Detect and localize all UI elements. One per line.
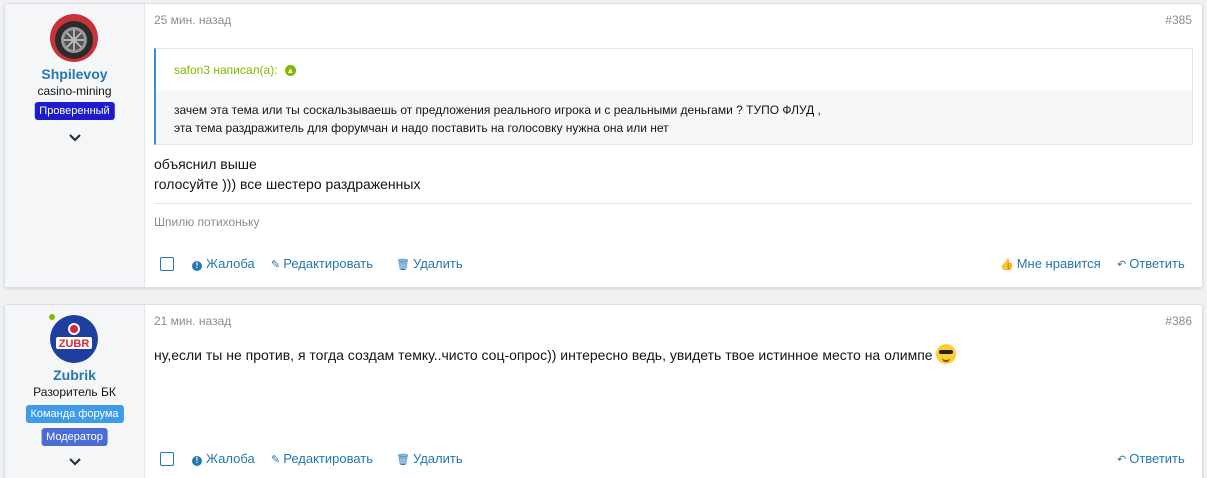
reply-button[interactable]: ↶ Ответить xyxy=(1117,451,1185,466)
post-content: ну,если ты не против, я тогда создам тем… xyxy=(154,344,956,365)
delete-button[interactable]: 🗑 Удалить xyxy=(396,256,463,271)
post-main: 21 мин. назад #386 ну,если ты не против,… xyxy=(145,305,1202,478)
sunglasses-emoji-icon xyxy=(935,344,956,364)
svg-text:ZUBR: ZUBR xyxy=(59,338,90,350)
edit-button[interactable]: ✎ Редактировать xyxy=(271,451,373,466)
username[interactable]: Zubrik xyxy=(5,367,144,383)
post-text-line: объяснил выше xyxy=(154,156,257,172)
post-date[interactable]: 21 мин. назад xyxy=(154,314,231,328)
post-main: 25 мин. назад #385 safon3 написал(а): ▲ … xyxy=(145,4,1202,287)
report-button[interactable]: ! Жалоба xyxy=(192,451,255,466)
pencil-icon: ✎ xyxy=(271,259,281,271)
quote-line: эта тема раздражитель для форумчан и над… xyxy=(174,121,669,135)
report-button[interactable]: ! Жалоба xyxy=(192,256,255,271)
trash-icon: 🗑 xyxy=(396,454,410,466)
reply-icon: ↶ xyxy=(1117,259,1127,271)
alert-icon: ! xyxy=(192,456,202,466)
signature-divider xyxy=(154,203,1193,204)
user-title: casino-mining xyxy=(37,84,112,98)
post-actions: ! Жалоба ✎ Редактировать 🗑 Удалить ↶ Ответит… xyxy=(145,449,1202,469)
avatar[interactable] xyxy=(50,14,98,62)
user-banner-moderator: Модератор xyxy=(41,428,108,446)
quote-author[interactable]: safon3 написал(а): xyxy=(174,63,278,77)
quote-content: зачем эта тема или ты соскальзываешь от … xyxy=(174,101,821,137)
post-number[interactable]: #386 xyxy=(1165,314,1192,328)
post-text-line: голосуйте ))) все шестеро раздраженных xyxy=(154,176,421,192)
delete-button[interactable]: 🗑 Удалить xyxy=(396,451,463,466)
post-date[interactable]: 25 мин. назад xyxy=(154,13,231,27)
select-checkbox[interactable] xyxy=(160,257,174,271)
post-text-line: ну,если ты не против, я тогда создам тем… xyxy=(154,347,933,363)
quote-block: safon3 написал(а): ▲ зачем эта тема или … xyxy=(154,48,1193,145)
post-386: ZUBR Zubrik Разоритель БК Команда форума… xyxy=(4,304,1203,478)
online-indicator xyxy=(47,312,57,322)
reply-icon: ↶ xyxy=(1117,454,1127,466)
quote-header[interactable]: safon3 написал(а): ▲ xyxy=(156,49,1192,90)
post-user-column: Shpilevoy casino-mining Проверенный xyxy=(5,4,145,287)
post-actions: ! Жалоба ✎ Редактировать 🗑 Удалить 👍 Мне нра… xyxy=(145,254,1202,274)
username[interactable]: Shpilevoy xyxy=(5,66,144,82)
alert-icon: ! xyxy=(192,261,202,271)
chevron-down-icon[interactable] xyxy=(5,454,144,472)
trash-icon: 🗑 xyxy=(396,259,410,271)
edit-button[interactable]: ✎ Редактировать xyxy=(271,256,373,271)
user-banner-verified: Проверенный xyxy=(34,102,115,120)
pencil-icon: ✎ xyxy=(271,454,281,466)
reply-button[interactable]: ↶ Ответить xyxy=(1117,256,1185,271)
select-checkbox[interactable] xyxy=(160,452,174,466)
user-banner-team: Команда форума xyxy=(25,405,124,423)
user-title: Разоритель БК xyxy=(33,385,116,399)
user-signature: Шпилю потихоньку xyxy=(154,215,260,229)
quote-line: зачем эта тема или ты соскальзываешь от … xyxy=(174,103,821,117)
avatar[interactable]: ZUBR xyxy=(50,315,98,363)
post-user-column: ZUBR Zubrik Разоритель БК Команда форума… xyxy=(5,305,145,478)
post-number[interactable]: #385 xyxy=(1165,13,1192,27)
thumbs-up-icon: 👍 xyxy=(1000,259,1014,271)
post-content: объяснил выше голосуйте ))) все шестеро … xyxy=(154,154,420,194)
like-button[interactable]: 👍 Мне нравится xyxy=(1000,256,1101,271)
chevron-down-icon[interactable] xyxy=(5,130,144,148)
post-385: Shpilevoy casino-mining Проверенный 25 м… xyxy=(4,3,1203,288)
arrow-up-icon[interactable]: ▲ xyxy=(284,65,296,77)
